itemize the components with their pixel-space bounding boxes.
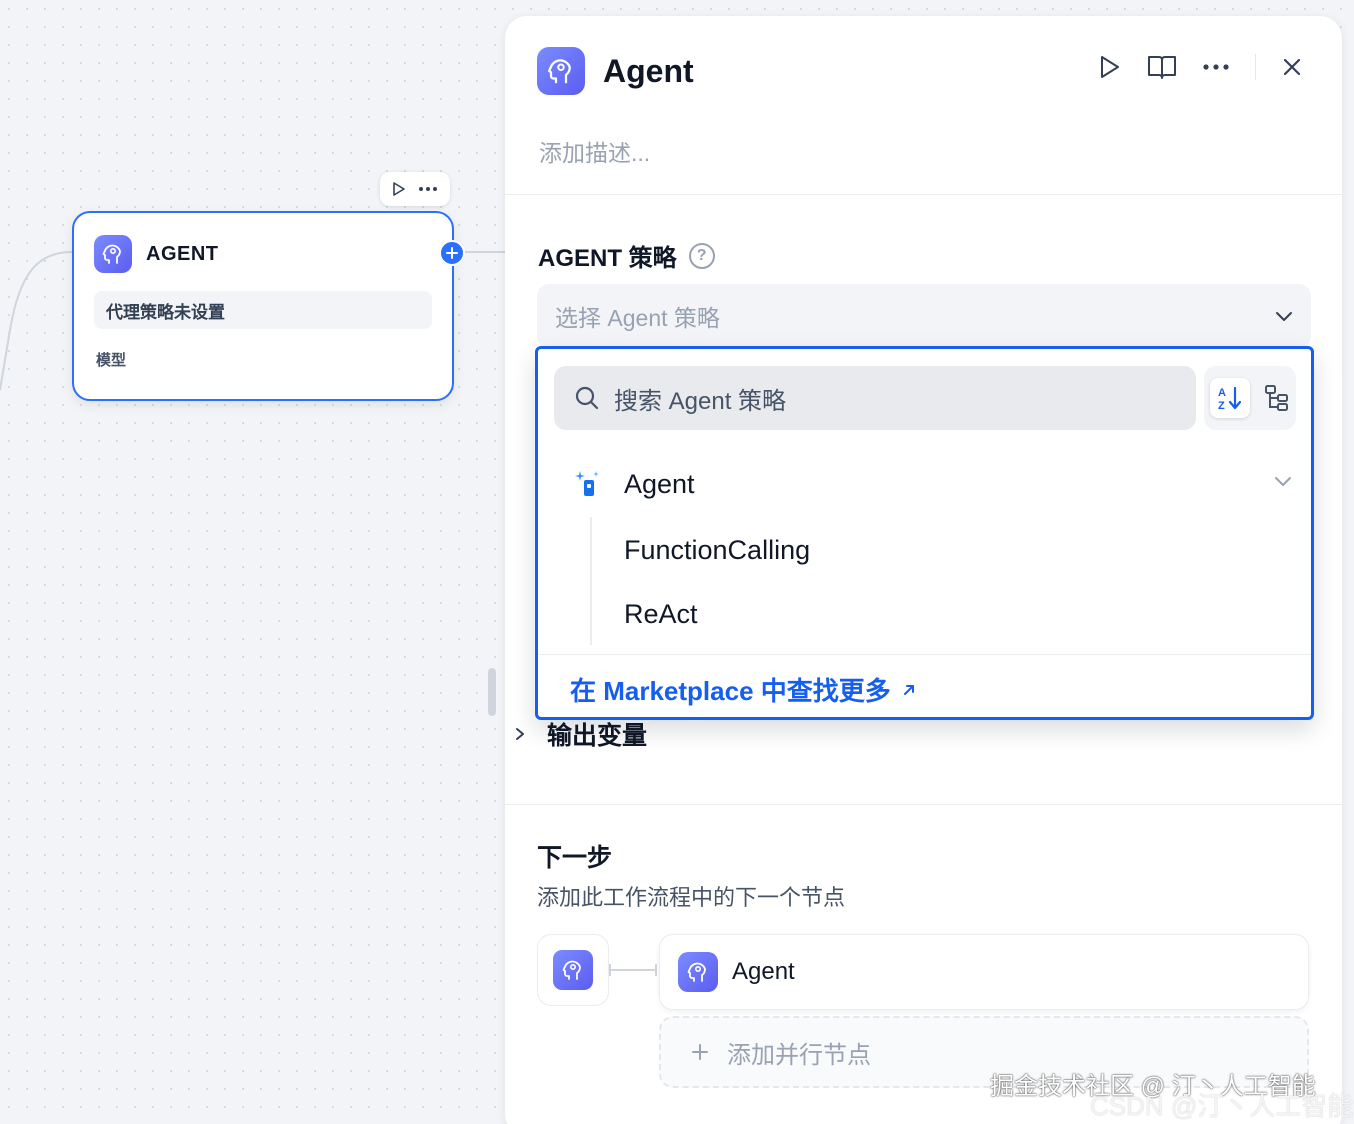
chevron-down-icon: [1275, 477, 1291, 486]
more-icon[interactable]: [1203, 64, 1229, 70]
close-icon[interactable]: [1282, 57, 1302, 77]
node-title: AGENT: [146, 242, 219, 265]
tree-line: [590, 517, 592, 645]
watermark-csdn: CSDN @汀丶人工智能: [1090, 1091, 1354, 1121]
view-toggle: AZ: [1204, 366, 1296, 430]
group-label: Agent: [624, 468, 695, 499]
tree-view-icon[interactable]: [1264, 384, 1290, 412]
book-icon[interactable]: [1147, 54, 1177, 80]
output-vars-label: 输出变量: [547, 722, 648, 750]
agent-brain-icon: [94, 235, 132, 273]
node-header: AGENT: [94, 235, 219, 273]
strategy-select[interactable]: 选择 Agent 策略: [537, 284, 1311, 348]
strategy-group-agent[interactable]: Agent: [572, 467, 1292, 501]
panel-actions: [1099, 54, 1302, 80]
actions-divider: [1255, 54, 1256, 80]
node-strategy-status: 代理策略未设置: [94, 291, 432, 329]
agent-brain-icon: [537, 47, 585, 95]
chevron-down-icon: [1276, 312, 1292, 321]
panel-header: Agent: [537, 47, 694, 95]
external-link-icon: [903, 684, 914, 695]
strategy-dropdown: 搜索 Agent 策略 AZ Agent FunctionCalling ReA…: [535, 346, 1314, 720]
canvas-edge: [0, 251, 73, 391]
play-icon[interactable]: [1099, 54, 1121, 80]
next-node-label: Agent: [732, 958, 795, 985]
search-icon: [575, 386, 599, 410]
node-connector: [465, 251, 505, 253]
panel-resize-handle[interactable]: [488, 668, 496, 716]
marketplace-link-label: 在 Marketplace 中查找更多: [570, 676, 891, 706]
svg-text:Z: Z: [1218, 400, 1225, 412]
agent-brain-icon: [678, 952, 718, 992]
marketplace-link[interactable]: 在 Marketplace 中查找更多: [570, 671, 917, 708]
node-model-label: 模型: [96, 352, 127, 369]
strategy-select-placeholder: 选择 Agent 策略: [555, 305, 720, 331]
node-more-icon[interactable]: [418, 186, 438, 192]
description-input[interactable]: 添加描述...: [539, 134, 650, 168]
node-run-icon[interactable]: [392, 181, 406, 197]
output-vars-toggle[interactable]: 输出变量: [515, 716, 647, 752]
next-step-connector: [609, 964, 657, 976]
plus-icon: [446, 247, 458, 259]
search-placeholder: 搜索 Agent 策略: [614, 387, 787, 415]
divider: [505, 804, 1342, 805]
strategy-section-title: AGENT 策略 ?: [538, 238, 715, 273]
add-next-node-button[interactable]: [439, 240, 465, 266]
agent-brain-icon: [553, 950, 593, 990]
next-node-card[interactable]: Agent: [659, 934, 1309, 1010]
sort-az-icon[interactable]: AZ: [1210, 378, 1250, 418]
next-step-title: 下一步: [537, 844, 613, 872]
strategy-title-text: AGENT 策略: [538, 245, 677, 272]
strategy-item-react[interactable]: ReAct: [624, 599, 698, 630]
panel-title[interactable]: Agent: [603, 53, 694, 90]
strategy-search-input[interactable]: 搜索 Agent 策略: [554, 366, 1196, 430]
node-toolbar: [380, 172, 450, 206]
next-step-subtitle: 添加此工作流程中的下一个节点: [537, 885, 846, 910]
sparkle-agent-icon: [575, 471, 599, 496]
svg-text:A: A: [1218, 387, 1226, 399]
help-icon[interactable]: ?: [688, 242, 715, 269]
chevron-right-icon: [516, 728, 524, 740]
plus-icon: [692, 1044, 708, 1060]
dropdown-divider: [538, 654, 1311, 655]
agent-node[interactable]: AGENT 代理策略未设置 模型: [72, 211, 454, 401]
add-parallel-label: 添加并行节点: [727, 1041, 871, 1069]
strategy-item-functioncalling[interactable]: FunctionCalling: [624, 535, 810, 566]
current-node-thumb: [537, 934, 609, 1006]
divider: [505, 194, 1342, 195]
